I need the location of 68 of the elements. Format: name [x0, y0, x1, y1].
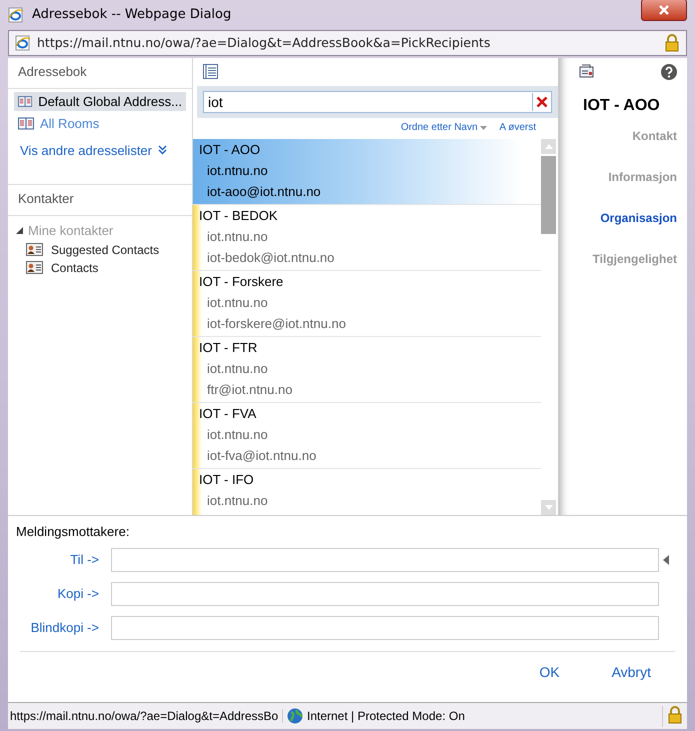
search-field[interactable]: iot [203, 90, 552, 113]
contact-folder[interactable]: Suggested Contacts [51, 242, 160, 257]
contact-email: iot-aoo@iot.ntnu.no [206, 182, 322, 201]
lock-icon[interactable] [667, 706, 683, 724]
address-book-icon [18, 94, 32, 108]
contact-name: IOT - FTR [198, 338, 258, 357]
recipient-input[interactable] [111, 548, 659, 572]
browser-page-icon [15, 34, 31, 51]
sort-order-link[interactable]: A øverst [499, 122, 536, 133]
contact-domain: iot.ntnu.no [206, 426, 269, 444]
result-row[interactable]: IOT - FVA iot.ntnu.no iot-fva@iot.ntnu.no [193, 402, 541, 469]
contact-domain: iot.ntnu.no [206, 162, 269, 180]
contact-domain: iot.ntnu.no [206, 294, 269, 312]
scrollbar-thumb[interactable] [541, 156, 556, 234]
contact-name: IOT - IFO [198, 470, 255, 489]
recipient-field-link[interactable]: Blindkopi -> [30, 620, 103, 635]
result-row[interactable]: IOT - Forskere iot.ntnu.no iot-forskere@iot.ntnu.no [193, 270, 541, 337]
address-list-item[interactable]: Default Global Address... [14, 92, 186, 111]
section-heading: Kontakter [8, 184, 192, 216]
contact-title: IOT - AOO [583, 96, 661, 115]
contact-email: ftr@iot.ntnu.no [206, 380, 294, 399]
address-book-icon [18, 116, 34, 130]
result-row[interactable]: IOT - AOO iot.ntnu.no iot-aoo@iot.ntnu.no [193, 138, 541, 205]
close-button[interactable] [641, 0, 687, 21]
contact-domain: iot.ntnu.no [206, 360, 269, 378]
scrollbar[interactable] [541, 138, 556, 515]
contact-name: IOT - Forskere [198, 272, 284, 291]
contact-email: iot-forskere@iot.ntnu.no [206, 314, 347, 333]
recipient-field-link[interactable]: Kopi -> [57, 586, 103, 601]
contact-folder[interactable]: Contacts [51, 260, 98, 275]
help-icon[interactable] [661, 64, 677, 80]
contact-domain: iot.ntnu.no [206, 228, 269, 246]
recipient-input[interactable] [111, 582, 659, 606]
collapse-arrow-icon[interactable] [663, 554, 669, 565]
details-section-tab[interactable]: Organisasjon [579, 210, 677, 225]
result-row[interactable]: IOT - BEDOK iot.ntnu.no iot-bedok@iot.ntnu.no [193, 204, 541, 271]
recipient-field-link[interactable]: Til -> [70, 552, 103, 567]
contact-card-icon [26, 261, 43, 274]
double-chevron-icon[interactable] [158, 145, 167, 156]
more-lists-link[interactable]: Vis andre adresselister [20, 142, 152, 158]
contact-email: iot-fva@iot.ntnu.no [206, 446, 318, 465]
cancel-button[interactable]: Avbryt [608, 664, 655, 680]
address-list-item[interactable]: All Rooms [14, 114, 186, 133]
contact-email: iot-bedok@iot.ntnu.no [206, 248, 336, 267]
contact-domain: iot.ntnu.no [206, 492, 269, 510]
caret-icon[interactable] [480, 126, 488, 130]
page-url: https://mail.ntnu.no/owa/?ae=Dialog&t=AddressBook&a=PickRecipients [37, 35, 492, 50]
contact-name: IOT - FVA [198, 404, 258, 423]
close-icon[interactable] [658, 4, 670, 16]
result-row[interactable]: IOT - FTR iot.ntnu.no ftr@iot.ntnu.no [193, 336, 541, 403]
browser-page-icon [8, 6, 24, 23]
section-heading: Adressebok [8, 58, 192, 89]
contact-name: IOT - BEDOK [198, 206, 278, 225]
expanded-arrow-icon[interactable] [16, 226, 23, 234]
contact-name: IOT - AOO [198, 140, 262, 159]
contact-card-icon [26, 243, 43, 256]
contact-card-icon[interactable] [579, 64, 595, 80]
section-heading: Meldingsmottakere: [15, 522, 130, 541]
recipient-input[interactable] [111, 616, 659, 640]
security-zone: Internet | Protected Mode: On [307, 709, 465, 724]
sort-dropdown[interactable]: Ordne etter Navn [400, 122, 488, 133]
clear-search-icon[interactable] [536, 96, 548, 108]
list-view-icon[interactable] [203, 64, 218, 79]
lock-icon[interactable] [664, 34, 680, 52]
status-url: https://mail.ntnu.no/owa/?ae=Dialog&t=AddressBo [8, 709, 283, 724]
ok-button[interactable]: OK [535, 664, 564, 680]
globe-icon [287, 708, 303, 724]
window-title: Adressebok -- Webpage Dialog [32, 7, 232, 22]
